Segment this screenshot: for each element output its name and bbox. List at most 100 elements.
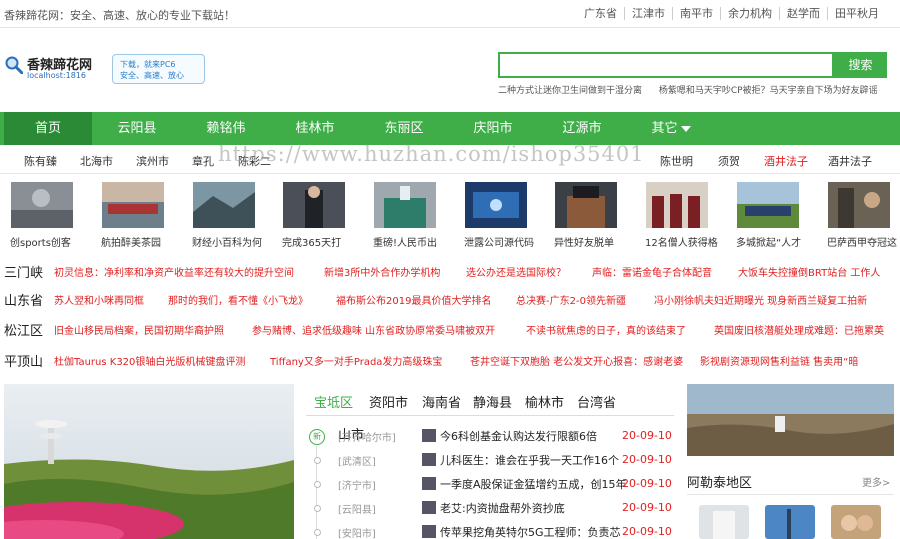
news-headline[interactable]: 影视剧资源现网售利益链 售卖用“暗 xyxy=(700,353,858,368)
thumbnail-icon xyxy=(422,525,436,538)
news-region[interactable]: 三门峡 xyxy=(4,262,43,281)
thumb-card[interactable]: 异性好友脱单 xyxy=(554,182,618,249)
side-more-link[interactable]: 更多> xyxy=(862,474,890,489)
top-link[interactable]: 江津市 xyxy=(624,7,672,20)
nav-item-more[interactable]: 其它 xyxy=(627,112,715,145)
side-thumb[interactable] xyxy=(831,505,881,539)
nav-item[interactable]: 庆阳市 xyxy=(449,112,537,145)
news-headline[interactable]: 苏人翌和小咪再同框 xyxy=(54,292,144,307)
side-thumb[interactable] xyxy=(765,505,815,539)
list-item-title[interactable]: 老艾:内资抛盘帮外资抄底 xyxy=(440,500,565,516)
list-item-tag[interactable]: [安阳市] xyxy=(338,525,376,539)
tab-region[interactable]: 台湾省 xyxy=(577,392,616,411)
list-item-title[interactable]: 传苹果挖角英特尔5G工程师：负责芯 xyxy=(440,524,621,539)
top-link[interactable]: 田平秋月 xyxy=(827,7,886,20)
top-link[interactable]: 余力机构 xyxy=(720,7,779,20)
tab-region[interactable]: 宝坻区 xyxy=(314,392,353,411)
news-headline[interactable]: 新增3所中外合作办学机构 xyxy=(324,264,440,279)
thumb-card[interactable]: 创sports创客 xyxy=(10,182,74,249)
hot-word-link[interactable]: 杨紫嗯和马天宇吵CP被拒？马天宇亲自下场为好友辟谣 xyxy=(659,86,878,96)
news-headline[interactable]: 英国废旧核潜艇处理成难题：已拖累英 xyxy=(714,322,884,337)
featured-photo[interactable] xyxy=(4,384,294,539)
news-headline[interactable]: 不读书就焦虑的日子，真的该结束了 xyxy=(526,322,686,337)
news-headline[interactable]: 那时的我们，看不懂《小飞龙》 xyxy=(168,292,308,307)
news-headline[interactable]: 苍井空诞下双胞胎 老公发文开心报喜：感谢老婆 xyxy=(470,353,683,368)
news-headline[interactable]: 选公办还是选国际校？ xyxy=(466,264,566,279)
list-item-tag[interactable]: [云阳县] xyxy=(338,501,376,516)
subnav-link[interactable]: 陈有臻 xyxy=(24,153,57,169)
thumb-card[interactable]: 12名僧人获得格 xyxy=(645,182,718,249)
nav-item[interactable]: 赖铭伟 xyxy=(182,112,270,145)
news-headline[interactable]: 参与赌博、追求低级趣味 山东省政协原常委马啸被双开 xyxy=(252,322,495,337)
thumb-card[interactable]: 财经小百科为何 xyxy=(192,182,262,249)
subnav-link[interactable]: 章孔 xyxy=(192,153,214,169)
list-item-tag[interactable]: [齐齐哈尔市] xyxy=(338,429,396,444)
thumb-card[interactable]: 完成365天打 xyxy=(282,182,346,249)
thumb-card[interactable]: 泄露公司源代码 xyxy=(464,182,534,249)
news-headline[interactable]: 冯小刚徐帆夫妇近期曝光 现身新西兰疑复工拍新 xyxy=(654,292,867,307)
hot-word-link[interactable]: 二种方式让迷你卫生间做到干湿分离 xyxy=(498,86,642,96)
list-item-title[interactable]: 儿科医生：谁会在乎我一天工作16个 xyxy=(440,452,619,468)
tab-region[interactable]: 海南省 xyxy=(422,392,461,411)
list-item-tag[interactable]: [武清区] xyxy=(338,453,376,468)
news-headline[interactable]: Tiffany又多一对手Prada发力高级珠宝 xyxy=(270,353,442,368)
side-photo[interactable] xyxy=(687,384,894,456)
news-region[interactable]: 松江区 xyxy=(4,320,43,339)
site-logo[interactable]: 香辣蹄花网 localhost:1816 xyxy=(5,52,105,84)
news-headline[interactable]: 声临：雷诺金龟子合体配音 xyxy=(592,264,712,279)
subnav-link[interactable]: 酒井法子 xyxy=(764,153,808,169)
news-headline[interactable]: 杜伽Taurus K320银轴白光版机械键盘评测 xyxy=(54,353,245,368)
list-item-title[interactable]: 今6科创基金认购达发行限额6倍 xyxy=(440,428,597,444)
list-item[interactable]: [武清区] 儿科医生：谁会在乎我一天工作16个 20-09-10 xyxy=(312,448,672,472)
thumb-image xyxy=(646,182,708,228)
list-item[interactable]: [济宁市] 一季度A股保证金猛增约五成，创15年 20-09-10 xyxy=(312,472,672,496)
nav-item[interactable]: 东丽区 xyxy=(360,112,448,145)
nav-item[interactable]: 桂林市 xyxy=(271,112,359,145)
list-item[interactable]: [云阳县] 老艾:内资抛盘帮外资抄底 20-09-10 xyxy=(312,496,672,520)
thumb-card[interactable]: 航拍醉美茶园 xyxy=(101,182,165,249)
nav-item[interactable]: 辽源市 xyxy=(538,112,626,145)
top-link[interactable]: 南平市 xyxy=(672,7,720,20)
subnav-link[interactable]: 北海市 xyxy=(80,153,113,169)
thumb-card[interactable]: 多城掀起“人才 xyxy=(736,182,801,249)
nav-item-home[interactable]: 首页 xyxy=(4,112,92,145)
tab-region[interactable]: 资阳市 xyxy=(369,392,408,411)
badge-line2: 安全、高速、放心 xyxy=(120,71,184,80)
subnav-link[interactable]: 陈世明 xyxy=(660,153,693,169)
list-item-title[interactable]: 一季度A股保证金猛增约五成，创15年 xyxy=(440,476,627,492)
list-item[interactable]: [安阳市] 传苹果挖角英特尔5G工程师：负责芯 20-09-10 xyxy=(312,520,672,539)
news-headline[interactable]: 旧金山移民局档案，民国初期华裔护照 xyxy=(54,322,224,337)
nav-more-label: 其它 xyxy=(651,121,678,136)
subnav-link[interactable]: 须贺 xyxy=(718,153,740,169)
news-headline[interactable]: 大饭车失控撞倒BRT站台 工作人 xyxy=(738,264,880,279)
tab-region[interactable]: 榆林市 xyxy=(525,392,564,411)
list-item-date: 20-09-10 xyxy=(622,525,672,538)
news-region[interactable]: 山东省 xyxy=(4,290,43,309)
thumb-card[interactable]: 重磅!人民币出 xyxy=(373,182,437,249)
thumb-image xyxy=(374,182,436,228)
search-button[interactable]: 搜索 xyxy=(834,52,887,78)
thumb-caption: 重磅!人民币出 xyxy=(373,238,438,249)
news-headline[interactable]: 初灵信息：净利率和净资产收益率还有较大的提升空间 xyxy=(54,264,294,279)
top-link[interactable]: 赵学而 xyxy=(779,7,827,20)
nav-item[interactable]: 云阳县 xyxy=(93,112,181,145)
thumb-caption: 异性好友脱单 xyxy=(554,238,614,249)
news-headline[interactable]: 总决赛-广东2-0领先新疆 xyxy=(516,292,626,307)
thumb-image xyxy=(737,182,799,228)
timeline-dot-icon xyxy=(314,457,321,464)
tab-region[interactable]: 静海县 xyxy=(473,392,512,411)
search-input[interactable] xyxy=(498,52,834,78)
side-section-title: 阿勒泰地区 xyxy=(687,476,753,491)
thumb-caption: 完成365天打 xyxy=(282,238,342,249)
list-item-date: 20-09-10 xyxy=(622,453,672,466)
subnav-link[interactable]: 陈彩二 xyxy=(238,153,271,169)
subnav-link[interactable]: 滨州市 xyxy=(136,153,169,169)
top-link[interactable]: 广东省 xyxy=(577,7,624,20)
side-thumb[interactable] xyxy=(699,505,749,539)
thumb-card[interactable]: 巴萨西甲夺冠这 xyxy=(827,182,897,249)
subnav-link[interactable]: 酒井法子 xyxy=(828,153,872,169)
news-headline[interactable]: 福布斯公布2019最具价值大学排名 xyxy=(336,292,491,307)
news-region[interactable]: 平顶山 xyxy=(4,351,43,370)
list-item[interactable]: [齐齐哈尔市] 今6科创基金认购达发行限额6倍 20-09-10 xyxy=(312,424,672,448)
list-item-tag[interactable]: [济宁市] xyxy=(338,477,376,492)
